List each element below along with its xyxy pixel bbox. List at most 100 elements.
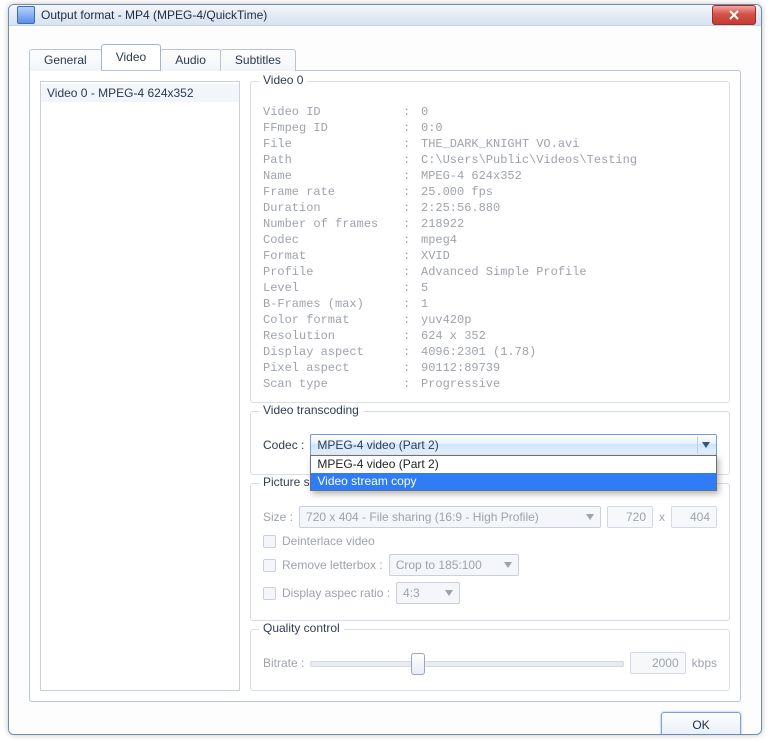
info-row: Scan type: Progressive	[263, 376, 717, 392]
close-button[interactable]	[712, 5, 756, 25]
info-sep: :	[403, 280, 421, 296]
chevron-down-icon	[697, 437, 714, 453]
display-aspect-combo: 4:3	[396, 582, 460, 604]
info-key: Video ID	[263, 104, 403, 120]
size-combo: 720 x 404 - File sharing (16:9 - High Pr…	[299, 506, 601, 528]
remove-letterbox-label: Remove letterbox :	[282, 558, 383, 572]
tab-general[interactable]: General	[29, 49, 102, 71]
info-key: Path	[263, 152, 403, 168]
window-title: Output format - MP4 (MPEG-4/QuickTime)	[41, 8, 712, 22]
group-picture-size-legend: Picture si	[259, 475, 316, 489]
info-sep: :	[403, 328, 421, 344]
dialog-window: Output format - MP4 (MPEG-4/QuickTime) G…	[8, 4, 762, 735]
close-icon	[728, 10, 740, 20]
info-value: yuv420p	[421, 312, 471, 328]
info-row: File: THE_DARK_KNIGHT VO.avi	[263, 136, 717, 152]
info-value: Advanced Simple Profile	[421, 264, 587, 280]
bitrate-value: 2000	[652, 656, 679, 670]
stream-list[interactable]: Video 0 - MPEG-4 624x352	[40, 81, 240, 691]
info-value: THE_DARK_KNIGHT VO.avi	[421, 136, 579, 152]
info-value: MPEG-4 624x352	[421, 168, 522, 184]
codec-combo[interactable]: MPEG-4 video (Part 2) MPEG-4 video (Part…	[310, 434, 717, 456]
ok-button-label: OK	[692, 718, 709, 732]
size-label: Size :	[263, 510, 293, 524]
info-row: Number of frames: 218922	[263, 216, 717, 232]
info-key: Level	[263, 280, 403, 296]
group-picture-size: Picture si Size : 720 x 404 - File shari…	[250, 483, 730, 621]
slider-track	[310, 661, 623, 667]
codec-label: Codec :	[263, 438, 304, 452]
info-sep: :	[403, 168, 421, 184]
size-height-value: 404	[690, 510, 710, 524]
info-sep: :	[403, 136, 421, 152]
tab-subtitles[interactable]: Subtitles	[220, 49, 296, 71]
info-value: 90112:89739	[421, 360, 500, 376]
info-key: Format	[263, 248, 403, 264]
ok-button[interactable]: OK	[661, 712, 741, 735]
info-sep: :	[403, 312, 421, 328]
info-key: FFmpeg ID	[263, 120, 403, 136]
info-value: 4096:2301 (1.78)	[421, 344, 536, 360]
info-key: File	[263, 136, 403, 152]
info-value: 0:0	[421, 120, 443, 136]
bitrate-slider	[310, 652, 623, 674]
info-sep: :	[403, 360, 421, 376]
size-combo-value: 720 x 404 - File sharing (16:9 - High Pr…	[306, 510, 539, 524]
info-row: Duration: 2:25:56.880	[263, 200, 717, 216]
bitrate-label: Bitrate :	[263, 656, 304, 670]
remove-letterbox-combo: Crop to 185:100	[389, 554, 519, 576]
info-value: mpeg4	[421, 232, 457, 248]
video-info-properties: Video ID: 0FFmpeg ID: 0:0File: THE_DARK_…	[263, 104, 717, 392]
group-transcoding-legend: Video transcoding	[259, 403, 363, 417]
info-value: 5	[421, 280, 428, 296]
size-width-value: 720	[626, 510, 646, 524]
info-key: Codec	[263, 232, 403, 248]
deinterlace-checkbox	[263, 535, 276, 548]
stream-list-item[interactable]: Video 0 - MPEG-4 624x352	[41, 84, 239, 102]
codec-option[interactable]: MPEG-4 video (Part 2)	[311, 456, 716, 473]
deinterlace-label: Deinterlace video	[282, 534, 375, 548]
tab-video[interactable]: Video	[101, 44, 161, 70]
info-key: Frame rate	[263, 184, 403, 200]
info-row: Path: C:\Users\Public\Videos\Testing	[263, 152, 717, 168]
info-value: 218922	[421, 216, 464, 232]
tab-bar: General Video Audio Subtitles	[29, 44, 741, 70]
bitrate-field: 2000	[630, 652, 686, 674]
info-value: 2:25:56.880	[421, 200, 500, 216]
group-quality: Quality control Bitrate : 2000 kbps	[250, 629, 730, 691]
info-key: Color format	[263, 312, 403, 328]
info-row: Profile: Advanced Simple Profile	[263, 264, 717, 280]
info-row: Display aspect: 4096:2301 (1.78)	[263, 344, 717, 360]
info-value: 624 x 352	[421, 328, 486, 344]
info-row: FFmpeg ID: 0:0	[263, 120, 717, 136]
chevron-down-icon	[440, 585, 457, 601]
info-row: Name: MPEG-4 624x352	[263, 168, 717, 184]
titlebar: Output format - MP4 (MPEG-4/QuickTime)	[9, 5, 761, 26]
info-sep: :	[403, 232, 421, 248]
size-height-field: 404	[671, 506, 717, 528]
info-value: 25.000 fps	[421, 184, 493, 200]
info-sep: :	[403, 264, 421, 280]
display-aspect-label: Display aspec ratio :	[282, 586, 390, 600]
codec-combo-value: MPEG-4 video (Part 2)	[317, 438, 438, 452]
info-row: Pixel aspect: 90112:89739	[263, 360, 717, 376]
codec-combo-popup[interactable]: MPEG-4 video (Part 2) Video stream copy	[310, 455, 717, 491]
info-value: 0	[421, 104, 428, 120]
group-video-info: Video 0 Video ID: 0FFmpeg ID: 0:0File: T…	[250, 81, 730, 403]
info-value: XVID	[421, 248, 450, 264]
info-row: Frame rate: 25.000 fps	[263, 184, 717, 200]
info-key: Display aspect	[263, 344, 403, 360]
info-key: Pixel aspect	[263, 360, 403, 376]
display-aspect-value: 4:3	[403, 586, 420, 600]
tab-audio[interactable]: Audio	[160, 49, 221, 71]
window-icon	[17, 6, 35, 24]
bitrate-unit: kbps	[692, 656, 717, 670]
info-key: Profile	[263, 264, 403, 280]
info-row: Video ID: 0	[263, 104, 717, 120]
info-sep: :	[403, 104, 421, 120]
info-sep: :	[403, 296, 421, 312]
codec-option[interactable]: Video stream copy	[311, 473, 716, 490]
remove-letterbox-value: Crop to 185:100	[396, 558, 482, 572]
chevron-down-icon	[499, 557, 516, 573]
info-key: Scan type	[263, 376, 403, 392]
